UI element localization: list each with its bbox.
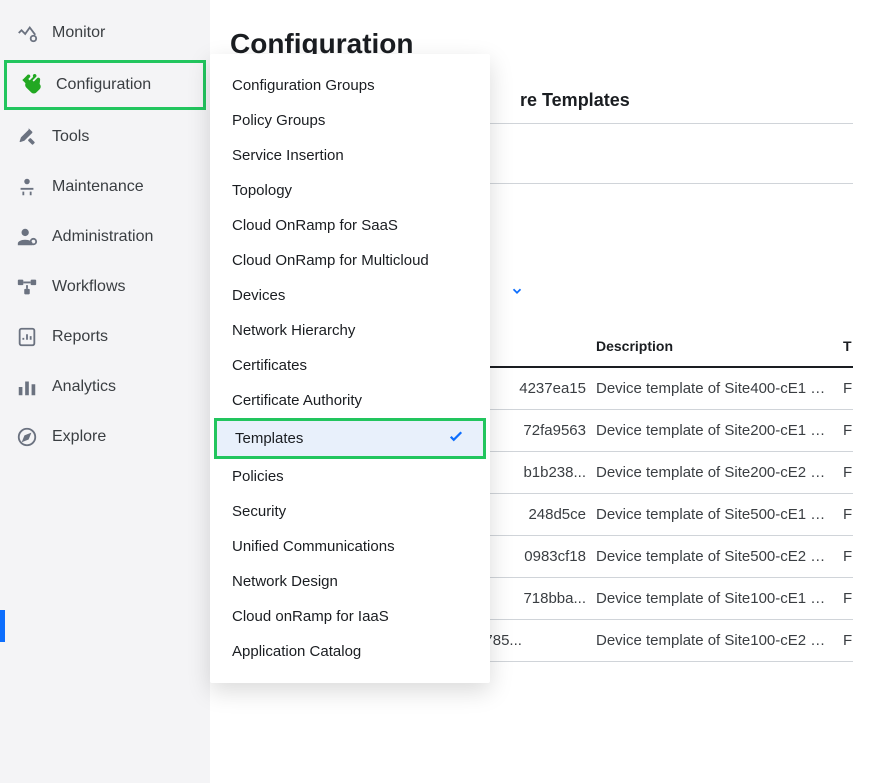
dropdown-item-label: Application Catalog	[232, 643, 361, 660]
sidebar-item-label: Analytics	[52, 378, 116, 396]
cell-extra: F	[843, 632, 853, 649]
sidebar-item-label: Workflows	[52, 278, 126, 296]
column-header-extra[interactable]: T	[843, 338, 853, 354]
sidebar-item-monitor[interactable]: Monitor	[0, 8, 210, 58]
dropdown-item-label: Cloud OnRamp for Multicloud	[232, 252, 429, 269]
dropdown-item-label: Policy Groups	[232, 112, 325, 129]
sidebar-item-administration[interactable]: Administration	[0, 212, 210, 262]
dropdown-item-service-insertion[interactable]: Service Insertion	[210, 138, 490, 173]
configuration-dropdown-menu: Configuration Groups Policy Groups Servi…	[210, 54, 490, 683]
dropdown-item-application-catalog[interactable]: Application Catalog	[210, 634, 490, 669]
sidebar-item-explore[interactable]: Explore	[0, 412, 210, 462]
explore-icon	[16, 426, 38, 448]
cell-description: Device template of Site400-cE1 wit...	[596, 380, 843, 397]
cell-extra: F	[843, 548, 853, 565]
cell-extra: F	[843, 506, 853, 523]
cell-description: Device template of Site100-cE2 wit...	[596, 632, 843, 649]
dropdown-item-label: Cloud onRamp for IaaS	[232, 608, 389, 625]
dropdown-item-label: Service Insertion	[232, 147, 344, 164]
dropdown-item-topology[interactable]: Topology	[210, 173, 490, 208]
sidebar-item-label: Administration	[52, 228, 153, 246]
dropdown-item-certificates[interactable]: Certificates	[210, 348, 490, 383]
tools-icon	[16, 126, 38, 148]
dropdown-item-label: Network Hierarchy	[232, 322, 355, 339]
chevron-down-icon[interactable]	[510, 284, 853, 303]
dropdown-item-label: Certificates	[232, 357, 307, 374]
sidebar-item-reports[interactable]: Reports	[0, 312, 210, 362]
dropdown-item-label: Templates	[235, 430, 303, 447]
sidebar-item-maintenance[interactable]: Maintenance	[0, 162, 210, 212]
dropdown-item-label: Policies	[232, 468, 284, 485]
monitor-icon	[16, 22, 38, 44]
sidebar-item-label: Maintenance	[52, 178, 144, 196]
maintenance-icon	[16, 176, 38, 198]
dropdown-item-label: Certificate Authority	[232, 392, 362, 409]
dropdown-item-security[interactable]: Security	[210, 494, 490, 529]
cell-extra: F	[843, 422, 853, 439]
dropdown-item-policy-groups[interactable]: Policy Groups	[210, 103, 490, 138]
sidebar-item-configuration[interactable]: Configuration	[4, 60, 206, 110]
sidebar-item-label: Configuration	[56, 76, 151, 94]
admin-icon	[16, 226, 38, 248]
dropdown-item-cloud-onramp-multicloud[interactable]: Cloud OnRamp for Multicloud	[210, 243, 490, 278]
dropdown-item-configuration-groups[interactable]: Configuration Groups	[210, 68, 490, 103]
dropdown-item-certificate-authority[interactable]: Certificate Authority	[210, 383, 490, 418]
sidebar-item-label: Tools	[52, 128, 89, 146]
dropdown-item-label: Unified Communications	[232, 538, 395, 555]
dropdown-item-cloud-onramp-iaas[interactable]: Cloud onRamp for IaaS	[210, 599, 490, 634]
cell-extra: F	[843, 380, 853, 397]
sidebar-item-label: Monitor	[52, 24, 105, 42]
dropdown-item-policies[interactable]: Policies	[210, 459, 490, 494]
workflows-icon	[16, 276, 38, 298]
reports-icon	[16, 326, 38, 348]
cell-description: Device template of Site500-cE2 wit...	[596, 548, 843, 565]
cell-extra: F	[843, 464, 853, 481]
sidebar: Monitor Configuration Tools Maintenance …	[0, 0, 210, 783]
sidebar-item-label: Explore	[52, 428, 106, 446]
dropdown-item-label: Cloud OnRamp for SaaS	[232, 217, 398, 234]
dropdown-item-network-hierarchy[interactable]: Network Hierarchy	[210, 313, 490, 348]
cell-description: Device template of Site100-cE1 wit...	[596, 590, 843, 607]
dropdown-item-templates[interactable]: Templates	[214, 418, 486, 459]
cell-description: Device template of Site500-cE1 wit...	[596, 506, 843, 523]
dropdown-item-label: Network Design	[232, 573, 338, 590]
dropdown-item-label: Topology	[232, 182, 292, 199]
cell-description: Device template of Site200-cE1 wit...	[596, 422, 843, 439]
sidebar-item-label: Reports	[52, 328, 108, 346]
check-icon	[447, 427, 465, 450]
left-indicator-stripe	[0, 610, 5, 642]
sidebar-item-analytics[interactable]: Analytics	[0, 362, 210, 412]
dropdown-item-label: Configuration Groups	[232, 77, 375, 94]
dropdown-item-unified-communications[interactable]: Unified Communications	[210, 529, 490, 564]
sidebar-item-workflows[interactable]: Workflows	[0, 262, 210, 312]
wrench-icon	[20, 74, 42, 96]
dropdown-item-network-design[interactable]: Network Design	[210, 564, 490, 599]
dropdown-item-label: Devices	[232, 287, 285, 304]
sidebar-item-tools[interactable]: Tools	[0, 112, 210, 162]
column-header-description[interactable]: Description	[596, 338, 843, 354]
cell-extra: F	[843, 590, 853, 607]
analytics-icon	[16, 376, 38, 398]
dropdown-item-cloud-onramp-saas[interactable]: Cloud OnRamp for SaaS	[210, 208, 490, 243]
dropdown-item-label: Security	[232, 503, 286, 520]
dropdown-item-devices[interactable]: Devices	[210, 278, 490, 313]
cell-description: Device template of Site200-cE2 wit...	[596, 464, 843, 481]
